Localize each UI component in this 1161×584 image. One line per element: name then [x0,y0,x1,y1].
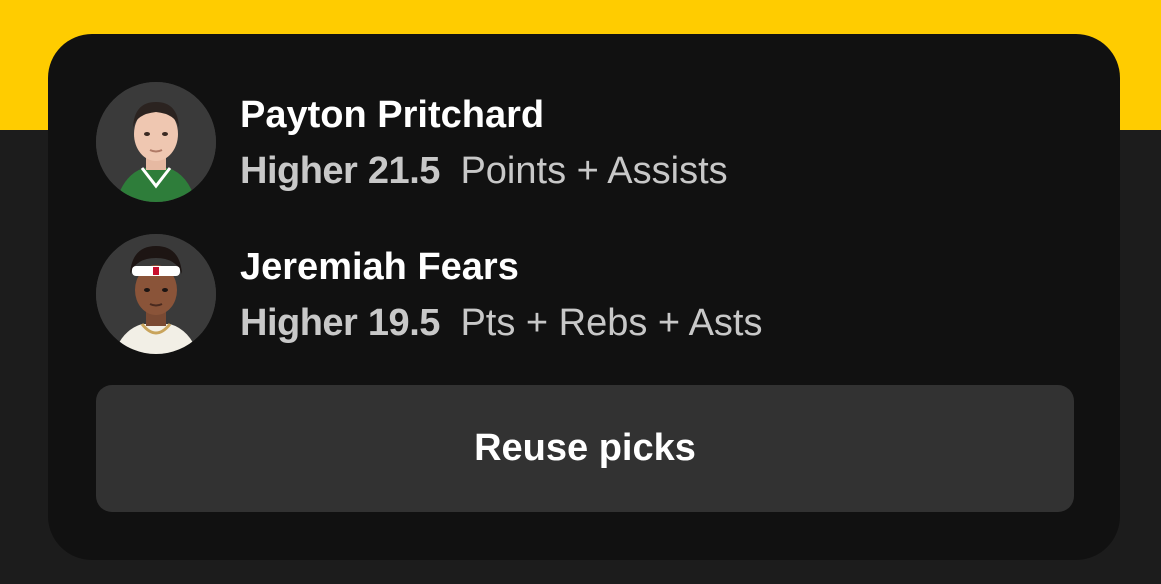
player-name: Payton Pritchard [240,94,545,136]
pick-detail: Higher 21.5 Points + Assists [240,150,728,193]
reuse-picks-button[interactable]: Reuse picks [96,385,1074,512]
pick-stat-type: Pts + Rebs + Asts [460,302,763,344]
player-name: Jeremiah Fears [240,246,519,288]
pick-stat-type: Points + Assists [460,150,728,192]
pick-line-value: 19.5 [367,302,440,344]
pick-direction: Higher [240,302,358,344]
pick-row[interactable]: Jeremiah Fears Higher 19.5 Pts + Rebs + … [96,234,996,354]
pick-row[interactable]: Payton Pritchard Higher 21.5 Points + As… [96,82,996,202]
player-avatar [96,234,216,354]
pick-detail: Higher 19.5 Pts + Rebs + Asts [240,302,763,345]
player-avatar [96,82,216,202]
pick-direction: Higher [240,150,358,192]
picks-card: Payton Pritchard Higher 21.5 Points + As… [48,34,1120,560]
pick-line-value: 21.5 [367,150,440,192]
player-headshot-icon [96,82,216,202]
player-headshot-icon [96,234,216,354]
